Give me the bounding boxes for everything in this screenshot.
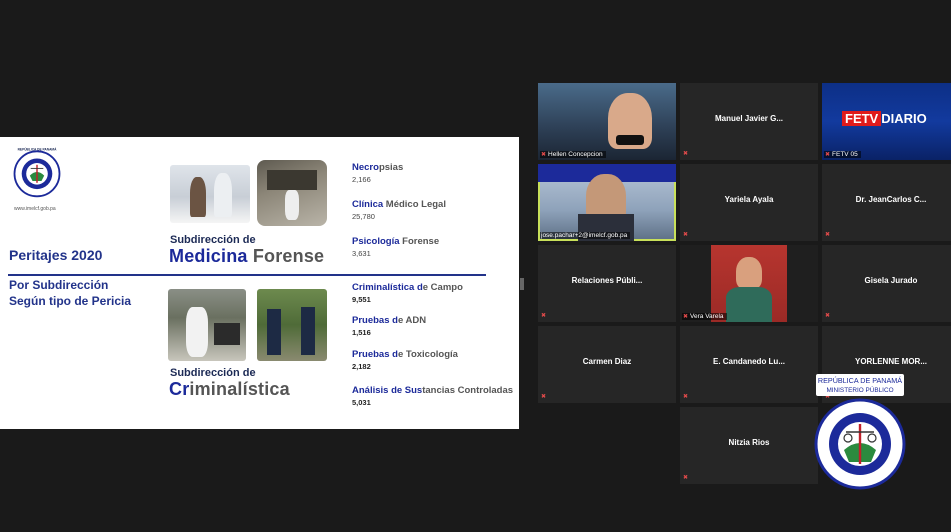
stat-clinica: Clínica Médico Legal 25,780 — [352, 199, 446, 221]
stat-psicologia: Psicología Forense 3,631 — [352, 236, 440, 258]
photo-microscope-lab — [168, 289, 246, 361]
sub2-title: Criminalística — [169, 379, 290, 399]
participant-name: Manuel Javier G... — [714, 114, 784, 123]
participant-tile[interactable]: E. Candanedo Lu... ✖ — [680, 326, 818, 403]
muted-mic-icon: ✖ — [825, 313, 831, 319]
muted-mic-icon: ✖ — [683, 232, 689, 238]
participant-tile[interactable]: Manuel Javier G... ✖ — [680, 83, 818, 160]
svg-text:REPÚBLICA DE PANAMÁ: REPÚBLICA DE PANAMÁ — [818, 376, 902, 385]
participant-tile[interactable]: Yariela Ayala ✖ — [680, 164, 818, 241]
participant-name: Gisela Jurado — [864, 276, 918, 285]
muted-mic-icon: ✖ — [825, 152, 831, 158]
participant-tile[interactable]: FETV DIARIO ✖ FETV 05 — [822, 83, 951, 160]
photo-psychology-lab — [257, 160, 327, 226]
shared-screen-slide: REPÚBLICA DE PANAMÁ www.imelcf.gob.pa Su… — [0, 137, 519, 429]
participant-tile[interactable]: Carmen Diaz ✖ — [538, 326, 676, 403]
participant-name: Yariela Ayala — [724, 195, 774, 204]
svg-text:MINISTERIO PÚBLICO: MINISTERIO PÚBLICO — [826, 385, 893, 394]
muted-mic-icon: ✖ — [541, 394, 547, 400]
imelcf-logo: REPÚBLICA DE PANAMÁ — [13, 146, 61, 198]
participant-tile[interactable]: Relaciones Públi... ✖ — [538, 245, 676, 322]
participant-tile[interactable]: ✖ Vera Varela — [680, 245, 818, 322]
subtitle-by-type: Según tipo de Pericia — [9, 294, 132, 308]
stat-toxicologia: Pruebas de Toxicología 2,182 — [352, 349, 458, 371]
muted-mic-icon: ✖ — [825, 232, 831, 238]
splitter-handle[interactable] — [520, 278, 524, 290]
muted-mic-icon: ✖ — [683, 151, 689, 157]
fetv-logo: FETV DIARIO — [842, 111, 927, 126]
muted-mic-icon: ✖ — [541, 152, 547, 158]
sub1-heading: Subdirección de — [170, 234, 256, 246]
imelcf-emblem-watermark: REPÚBLICA DE PANAMÁ MINISTERIO PÚBLICO — [814, 374, 906, 490]
participant-tile[interactable]: Gisela Jurado ✖ — [822, 245, 951, 322]
participant-name: E. Candanedo Lu... — [712, 357, 785, 366]
stat-criminalistica-campo: Criminalística de Campo 9,551 — [352, 282, 463, 304]
muted-mic-icon: ✖ — [683, 475, 689, 481]
svg-text:REPÚBLICA DE PANAMÁ: REPÚBLICA DE PANAMÁ — [18, 146, 57, 151]
muted-mic-icon: ✖ — [541, 313, 547, 319]
subtitle-by-subdireccion: Por Subdirección — [9, 278, 109, 292]
participant-name: YORLENNE MOR... — [854, 357, 927, 366]
participant-name: Relaciones Públi... — [571, 276, 643, 285]
participant-tile[interactable]: ✖ Hellen Concepcion — [538, 83, 676, 160]
page-title: Peritajes 2020 — [9, 247, 103, 263]
stat-necropsias: Necropsias 2,166 — [352, 162, 404, 184]
slide-url: www.imelcf.gob.pa — [14, 206, 56, 212]
participant-tile[interactable]: Dr. JeanCarlos C... ✖ — [822, 164, 951, 241]
divider — [8, 274, 486, 276]
participant-name: Dr. JeanCarlos C... — [855, 195, 927, 204]
stat-adn: Pruebas de ADN 1,516 — [352, 315, 427, 337]
participant-tile-active-speaker[interactable]: jose.pachar+2@imelcf.gob.pa — [538, 164, 676, 241]
sub2-heading: Subdirección de — [170, 367, 256, 379]
stat-sustancias: Análisis de Sustancias Controladas 5,031 — [352, 385, 514, 407]
muted-mic-icon: ✖ — [683, 394, 689, 400]
photo-field-investigators — [257, 289, 327, 361]
photo-clinical-exam — [170, 165, 250, 223]
participant-name: Nitzia Rios — [728, 438, 770, 447]
muted-mic-icon: ✖ — [683, 314, 689, 320]
sub1-title: Medicina Forense — [169, 246, 325, 266]
participant-tile[interactable]: Nitzia Rios ✖ — [680, 407, 818, 484]
participant-name: Carmen Diaz — [582, 357, 632, 366]
